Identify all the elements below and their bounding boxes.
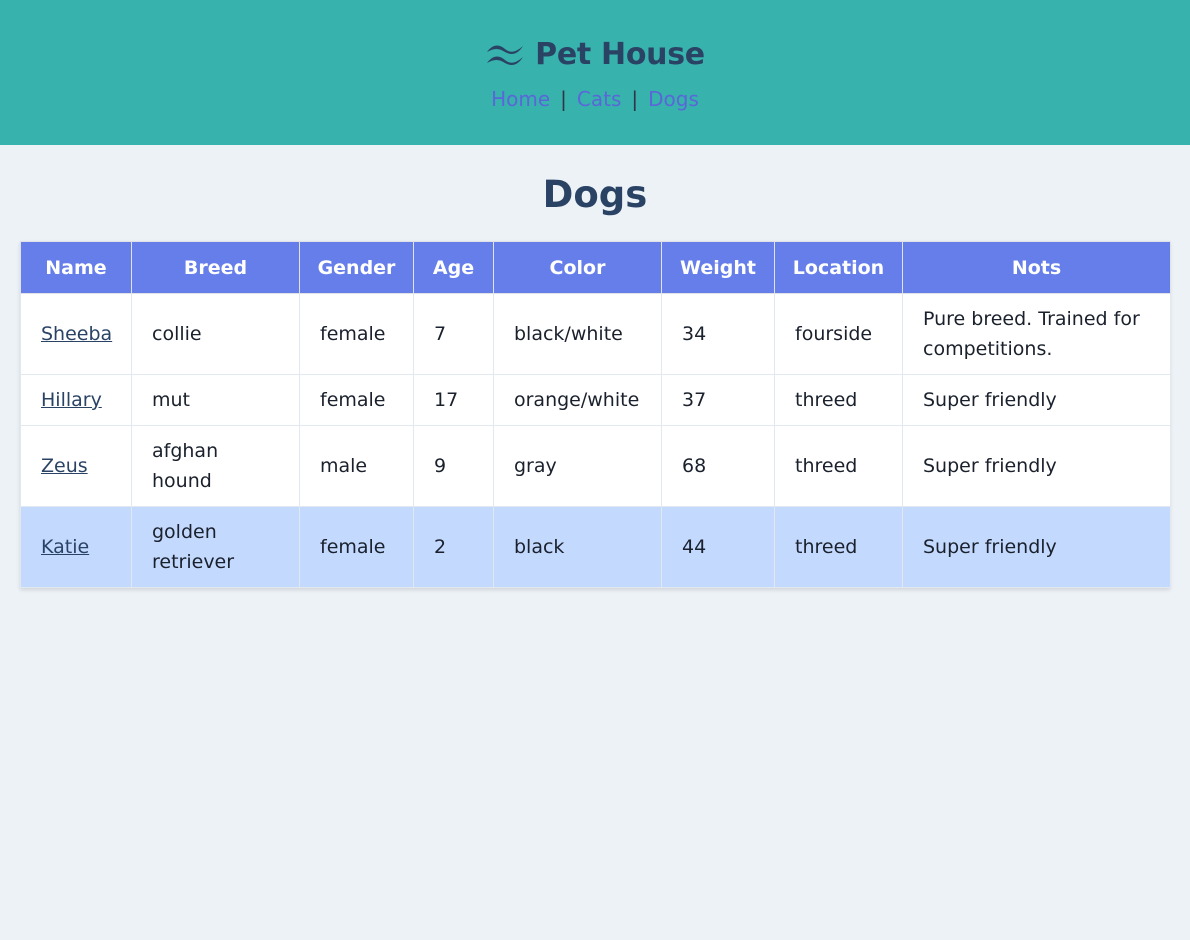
column-header-location: Location: [774, 241, 903, 294]
nav-link-cats[interactable]: Cats: [577, 87, 621, 111]
nav-link-dogs[interactable]: Dogs: [648, 87, 699, 111]
dog-name-link[interactable]: Zeus: [41, 455, 88, 477]
cell-gender: female: [299, 293, 414, 375]
wave-logo-icon: [487, 45, 524, 65]
cell-color: black/white: [493, 293, 662, 375]
cell-weight: 34: [661, 293, 775, 375]
cell-notes: Super friendly: [902, 506, 1171, 588]
nav-link-home[interactable]: Home: [491, 87, 550, 111]
cell-breed: golden retriever: [131, 506, 300, 588]
dogs-table: Name Breed Gender Age Color Weight Locat…: [20, 241, 1171, 588]
nav-separator: |: [631, 87, 639, 111]
cell-age: 9: [413, 425, 494, 507]
dogs-table-container: Name Breed Gender Age Color Weight Locat…: [20, 241, 1171, 588]
column-header-breed: Breed: [131, 241, 300, 294]
cell-notes: Super friendly: [902, 374, 1171, 426]
nav-separator: |: [560, 87, 567, 111]
cell-color: orange/white: [493, 374, 662, 426]
cell-age: 17: [413, 374, 494, 426]
table-row: Sheeba collie female 7 black/white 34 fo…: [20, 293, 1171, 375]
cell-location: fourside: [774, 293, 903, 375]
cell-location: threed: [774, 506, 903, 588]
cell-gender: male: [299, 425, 414, 507]
cell-name: Hillary: [20, 374, 132, 426]
cell-breed: collie: [131, 293, 300, 375]
site-header: Pet House Home | Cats | Dogs: [0, 0, 1190, 145]
page-title: Dogs: [542, 173, 648, 216]
cell-age: 7: [413, 293, 494, 375]
table-row-highlighted: Katie golden retriever female 2 black 44…: [20, 506, 1171, 588]
cell-notes: Pure breed. Trained for competitions.: [902, 293, 1171, 375]
cell-color: black: [493, 506, 662, 588]
dog-name-link[interactable]: Sheeba: [41, 323, 112, 345]
table-body: Sheeba collie female 7 black/white 34 fo…: [20, 293, 1171, 588]
cell-name: Zeus: [20, 425, 132, 507]
dog-name-link[interactable]: Hillary: [41, 389, 102, 411]
column-header-notes: Nots: [902, 241, 1171, 294]
cell-name: Katie: [20, 506, 132, 588]
cell-age: 2: [413, 506, 494, 588]
main-nav: Home | Cats | Dogs: [0, 84, 1190, 114]
dog-name-link[interactable]: Katie: [41, 536, 89, 558]
column-header-weight: Weight: [661, 241, 775, 294]
table-row: Zeus afghan hound male 9 gray 68 threed …: [20, 425, 1171, 507]
column-header-color: Color: [493, 241, 662, 294]
column-header-age: Age: [413, 241, 494, 294]
cell-name: Sheeba: [20, 293, 132, 375]
cell-color: gray: [493, 425, 662, 507]
site-title: Pet House: [535, 36, 705, 72]
table-header: Name Breed Gender Age Color Weight Locat…: [20, 241, 1171, 294]
brand[interactable]: Pet House: [0, 34, 1190, 74]
cell-weight: 44: [661, 506, 775, 588]
column-header-gender: Gender: [299, 241, 414, 294]
cell-gender: female: [299, 506, 414, 588]
cell-location: threed: [774, 425, 903, 507]
cell-breed: mut: [131, 374, 300, 426]
table-row: Hillary mut female 17 orange/white 37 th…: [20, 374, 1171, 426]
cell-weight: 37: [661, 374, 775, 426]
cell-location: threed: [774, 374, 903, 426]
cell-notes: Super friendly: [902, 425, 1171, 507]
cell-gender: female: [299, 374, 414, 426]
cell-weight: 68: [661, 425, 775, 507]
cell-breed: afghan hound: [131, 425, 300, 507]
table-header-row: Name Breed Gender Age Color Weight Locat…: [20, 241, 1171, 294]
column-header-name: Name: [20, 241, 132, 294]
